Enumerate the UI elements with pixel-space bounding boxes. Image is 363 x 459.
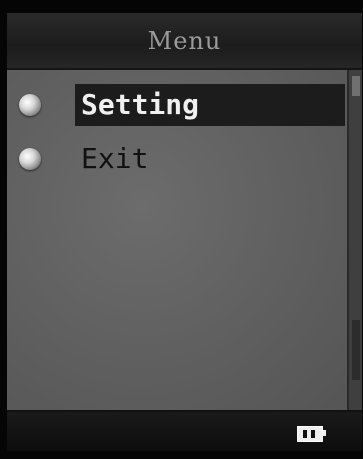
bullet-icon [19, 94, 41, 116]
menu-title: Menu [147, 27, 222, 55]
battery-tip [323, 430, 326, 436]
menu-item-setting[interactable]: Setting [7, 80, 347, 130]
battery-icon [297, 426, 323, 442]
scrollbar[interactable] [347, 70, 362, 410]
title-bar: Menu [7, 13, 362, 70]
status-bar [7, 410, 362, 451]
bullet-icon [19, 148, 41, 170]
scroll-track-marker [352, 320, 360, 380]
menu-item-exit[interactable]: Exit [7, 134, 347, 184]
device-bezel: Menu Setting Exit [0, 0, 363, 459]
screen: Menu Setting Exit [7, 13, 362, 451]
menu-item-label: Exit [81, 142, 149, 175]
scroll-thumb[interactable] [352, 76, 360, 96]
menu-item-label: Setting [75, 84, 345, 126]
menu-list: Setting Exit [7, 70, 347, 410]
